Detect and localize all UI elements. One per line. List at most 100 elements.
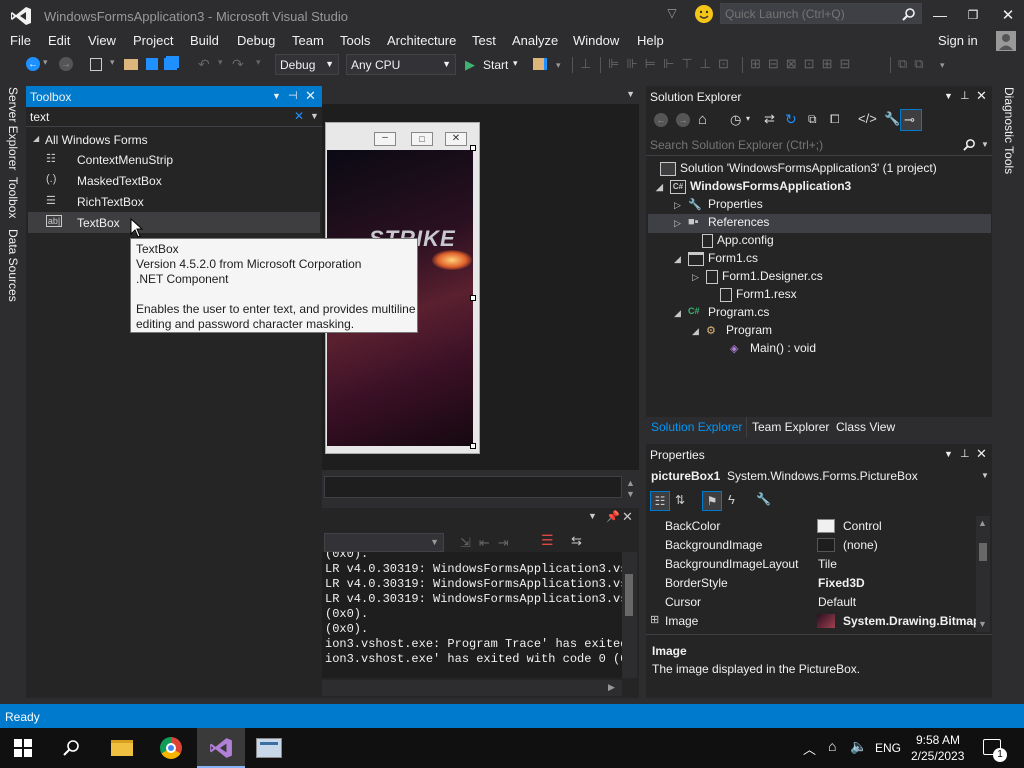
panel-options-icon[interactable]: ▼ — [944, 91, 953, 101]
menu-debug[interactable]: Debug — [237, 33, 275, 48]
categorized-icon[interactable]: ☷ — [650, 491, 670, 511]
form-minimize-button[interactable]: – — [374, 132, 396, 146]
tree-item-project[interactable]: ◢ C# WindowsFormsApplication3 — [656, 179, 851, 197]
navigate-forward-icon[interactable]: → — [59, 57, 73, 71]
events-icon[interactable]: ϟ — [728, 492, 735, 507]
properties-wrench-icon[interactable]: 🔧 — [884, 111, 900, 127]
show-all-files-icon[interactable]: ⧠ — [830, 112, 840, 127]
tab-team-explorer[interactable]: Team Explorer — [752, 420, 829, 434]
menu-view[interactable]: View — [88, 33, 116, 48]
menu-window[interactable]: Window — [573, 33, 619, 48]
menu-analyze[interactable]: Analyze — [512, 33, 558, 48]
property-row-cursor[interactable]: Cursor Default — [648, 592, 976, 611]
auto-hide-pin-icon[interactable]: ⊣ — [288, 89, 298, 102]
panel-close-icon[interactable]: ✕ — [976, 446, 987, 462]
search-options-icon[interactable]: ▼ — [310, 111, 319, 121]
search-icon[interactable] — [963, 138, 976, 151]
align-tools-icons[interactable]: ⊫⊪⊨⊩⊤⊥⊡ — [608, 56, 736, 72]
undo-icon[interactable]: ↶ — [198, 56, 210, 73]
tree-item-program-cs[interactable]: ◢ C# Program.cs — [674, 305, 769, 323]
taskbar-visual-studio[interactable] — [197, 728, 245, 768]
properties-object-selector[interactable]: pictureBox1 System.Windows.Forms.Picture… — [646, 466, 992, 486]
menu-team[interactable]: Team — [292, 33, 324, 48]
menu-project[interactable]: Project — [133, 33, 173, 48]
tab-data-sources[interactable]: Data Sources — [6, 229, 20, 303]
menu-file[interactable]: File — [10, 33, 31, 48]
refresh-icon[interactable]: ↻ — [785, 111, 797, 128]
menu-build[interactable]: Build — [190, 33, 219, 48]
network-icon[interactable]: ⌂ — [828, 738, 836, 754]
start-button[interactable]: ▶ Start ▾ — [464, 55, 524, 75]
property-pages-icon[interactable]: 🔧 — [756, 492, 771, 506]
spacing-tools-icons[interactable]: ⊞⊟⊠⊡⊞⊟ — [750, 56, 857, 72]
collapse-arrow-icon[interactable]: ◢ — [656, 182, 670, 193]
clock-date[interactable]: 2/25/2023 — [911, 749, 964, 763]
menu-help[interactable]: Help — [637, 33, 664, 48]
quick-launch-input[interactable] — [725, 6, 895, 21]
output-horizontal-scrollbar[interactable]: ▶ — [322, 680, 622, 696]
redo-icon[interactable]: ↷ — [232, 56, 244, 73]
toolbox-item-contextmenustrip[interactable]: ☷ ContextMenuStrip — [28, 149, 320, 170]
tree-item-form1-designer[interactable]: ▷ Form1.Designer.cs — [692, 269, 823, 287]
restore-button[interactable]: ❐ — [963, 6, 983, 24]
browser-link-icon[interactable] — [533, 58, 547, 70]
preview-selected-items-toggle[interactable]: ⊸ — [900, 109, 922, 131]
output-vertical-scrollbar[interactable] — [622, 552, 637, 678]
menu-tools[interactable]: Tools — [340, 33, 370, 48]
tree-item-form1-cs[interactable]: ◢ Form1.cs — [674, 251, 758, 269]
browser-link-dropdown-icon[interactable]: ▾ — [556, 60, 561, 71]
tree-item-program-class[interactable]: ◢ ⚙ Program — [692, 323, 772, 341]
layout-icon[interactable]: ⊥ — [580, 56, 591, 72]
navigate-back-icon[interactable]: ← — [26, 57, 40, 71]
output-find-icons[interactable]: ⇲⇤⇥ — [460, 535, 517, 551]
property-row-borderstyle[interactable]: BorderStyle Fixed3D — [648, 573, 976, 592]
feedback-smiley-icon[interactable] — [695, 5, 713, 23]
language-indicator[interactable]: ENG — [875, 741, 901, 755]
redo-dropdown-icon[interactable]: ▾ — [256, 57, 261, 68]
expand-arrow-icon[interactable]: ▷ — [674, 200, 688, 211]
clear-all-icon[interactable]: ☰ — [541, 532, 555, 548]
toolbox-item-maskedtextbox[interactable]: (.) MaskedTextBox — [28, 170, 320, 191]
filter-icon[interactable]: ▽ — [664, 5, 680, 21]
document-list-dropdown-icon[interactable]: ▼ — [626, 89, 635, 99]
output-close-icon[interactable]: ✕ — [622, 509, 633, 525]
properties-view-icon[interactable]: ⚑ — [702, 491, 722, 511]
home-icon[interactable]: ⌂ — [698, 111, 707, 128]
pin-icon[interactable]: 📌 — [606, 510, 620, 523]
minimize-button[interactable]: — — [930, 6, 950, 24]
property-row-image[interactable]: ⊞ Image System.Drawing.Bitmap — [648, 611, 976, 630]
solution-explorer-search-box[interactable]: ▼ — [646, 134, 992, 156]
windows-start-icon[interactable] — [14, 739, 32, 757]
pin-icon[interactable]: ⊥ — [960, 89, 970, 102]
solution-explorer-search-input[interactable] — [650, 138, 950, 152]
toolbar-overflow-icon[interactable]: ▾ — [940, 60, 945, 71]
toolbox-item-textbox[interactable]: ab| TextBox — [28, 212, 320, 233]
pin-icon[interactable]: ⊥ — [960, 447, 970, 460]
running-app-icon[interactable] — [256, 738, 282, 758]
tray-scroll-arrows[interactable]: ▲ ▼ — [626, 478, 635, 500]
tree-item-form1-resx[interactable]: Form1.resx — [706, 287, 797, 305]
form-maximize-button[interactable]: □ — [411, 132, 433, 146]
solution-configuration-select[interactable]: Debug ▼ — [275, 54, 339, 75]
menu-edit[interactable]: Edit — [48, 33, 70, 48]
expand-plus-icon[interactable]: ⊞ — [650, 613, 659, 626]
search-icon[interactable] — [902, 7, 916, 21]
order-tools-icons[interactable]: ⧉⧉ — [898, 56, 931, 72]
forward-icon[interactable]: → — [676, 113, 690, 127]
volume-icon[interactable]: 🔈 — [850, 738, 867, 755]
output-text-area[interactable]: (0x0). LR v4.0.30319: WindowsFormsApplic… — [322, 552, 622, 678]
toolbox-close-icon[interactable]: ✕ — [305, 88, 316, 104]
quick-launch[interactable] — [720, 3, 922, 24]
pending-dropdown-icon[interactable]: ▾ — [746, 114, 750, 123]
back-icon[interactable]: ← — [654, 113, 668, 127]
chrome-icon[interactable] — [160, 737, 182, 759]
resize-handle[interactable] — [470, 443, 476, 449]
property-row-backgroundimage[interactable]: BackgroundImage (none) — [648, 535, 976, 554]
toolbox-group-all-windows-forms[interactable]: ◢ All Windows Forms — [26, 129, 322, 149]
tree-item-main-method[interactable]: ◈ Main() : void — [716, 341, 816, 359]
tree-item-solution[interactable]: Solution 'WindowsFormsApplication3' (1 p… — [660, 161, 937, 179]
toolbox-search-box[interactable]: ✕ ▼ — [26, 107, 322, 127]
solution-platform-select[interactable]: Any CPU ▼ — [346, 54, 456, 75]
collapse-all-icon[interactable]: ⧉ — [808, 112, 817, 127]
taskbar-search-icon[interactable] — [62, 739, 80, 757]
